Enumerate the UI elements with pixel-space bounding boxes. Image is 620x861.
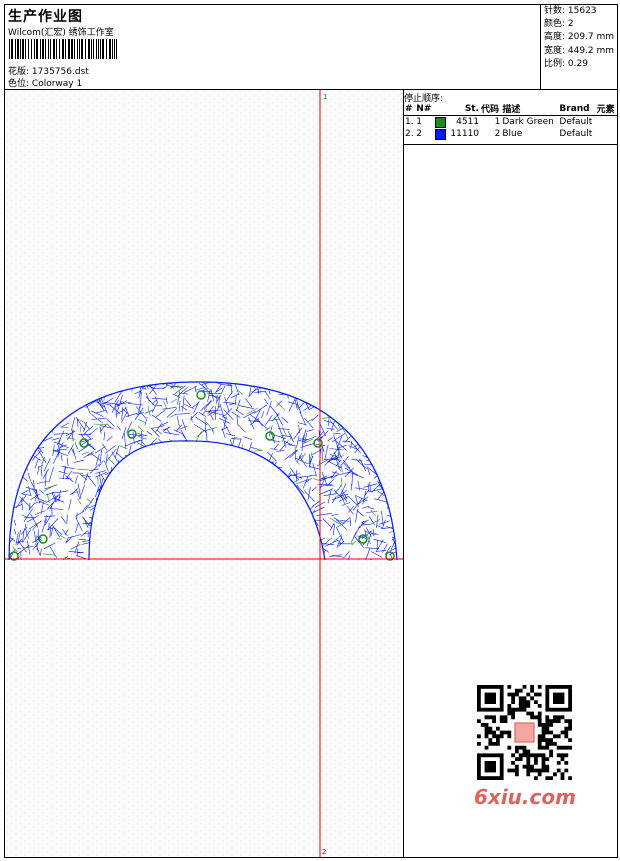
design-height: 高度: 209.7 mm [544,32,615,43]
row-brand: Default [559,117,593,127]
column-header [433,102,448,116]
barcode-bar [9,39,10,59]
barcode-bar [36,39,38,59]
barcode-bar [85,39,86,59]
barcode-bar [96,39,97,59]
color-swatch [434,128,446,140]
barcode-bar [28,39,29,59]
qr-finder-module [484,761,496,773]
barcode-bar [11,39,13,59]
design-width: 宽度: 449.2 mm [544,45,615,56]
barcode-bar [40,39,41,59]
barcode-bar [20,39,21,59]
color-swatch-cell [434,116,448,129]
row-description: Dark Green [502,117,554,127]
color-swatch-cell [434,128,448,140]
colorway-line: 色位: Colorway 1 [8,76,82,89]
barcode-bar [65,39,66,59]
barcode-bar [77,39,78,59]
watermark-text: 6xiu.com [474,785,576,809]
barcode-bar [91,39,92,59]
company-name: Wilcom(汇宏) 绣饰工作室 [8,28,114,38]
qr-finder-module [484,692,496,704]
barcode-bar [48,39,49,59]
colorway-label: 色位: [8,79,32,89]
barcode-bar [68,39,70,59]
color-stop-table: # N# St. 代码 描述 Brand 元素 1. 1 4511 1 Dark… [404,102,617,140]
column-header: # [404,102,416,116]
design-preview-svg: 1 2 [5,90,403,857]
barcode-bar [45,39,46,59]
barcode-bar [62,39,64,59]
table-divider [404,144,617,145]
row-description: Blue [502,129,523,139]
barcode-bar [114,39,115,59]
end-marker: 2 [322,848,326,856]
barcode-bar [22,39,24,59]
column-header: 代码 [480,102,502,116]
row-needle: 2 [416,129,423,139]
design-stats: 针数: 15623 颜色: 2 高度: 209.7 mm 宽度: 449.2 m… [540,5,618,89]
design-barcode [9,39,144,59]
row-code: 1 [494,117,501,127]
barcode-bar [71,39,73,59]
barcode-bar [53,39,55,59]
row-element [596,128,617,140]
barcode-bar [34,39,35,59]
barcode-bar [81,39,83,59]
design-scale: 比例: 0.29 [544,58,588,69]
row-brand: Default [559,129,593,139]
table-header-row: # N# St. 代码 描述 Brand 元素 [404,102,617,116]
barcode-bar [31,39,32,59]
row-stitches: 11110 [450,129,480,139]
row-code: 2 [494,129,501,139]
color-swatch [434,116,446,128]
barcode-bar [88,39,90,59]
qr-code-icon [477,685,572,780]
barcode-bar [59,39,60,59]
barcode-bar [98,39,99,59]
barcode-bar [93,39,94,59]
row-needle: 1 [416,117,423,127]
column-header: 元素 [595,102,617,116]
color-count: 颜色: 2 [544,19,574,30]
stitch-count: 针数: 15623 [544,6,597,16]
barcode-bar [116,39,117,59]
barcode-bar [50,39,51,59]
barcode-bar [17,39,19,59]
column-header: N# [415,102,434,116]
table-row: 2. 2 11110 2 Blue Default [404,128,617,140]
barcode-bar [109,39,111,59]
colorway-name: Colorway 1 [31,79,83,89]
barcode-bar [74,39,75,59]
barcode-bar [79,39,80,59]
barcode-bar [56,39,57,59]
barcode-bar [42,39,44,59]
table-row: 1. 1 4511 1 Dark Green Default [404,116,617,129]
barcode-bar [15,39,16,59]
barcode-bar [102,39,104,59]
column-header: Brand [558,102,596,116]
row-element [596,116,617,129]
worksheet-header: 生产作业图 Wilcom(汇宏) 绣饰工作室 花版: 1735756.dst 色… [5,5,617,90]
row-index: 2. [405,129,414,139]
barcode-bar [25,39,26,59]
barcode-bar [106,39,107,59]
design-preview: 1 2 [5,90,404,857]
row-stitches: 4511 [456,117,480,127]
qr-finder-module [553,692,565,704]
column-header: St. [447,102,481,116]
page-title: 生产作业图 [8,9,83,25]
row-index: 1. [405,117,414,127]
column-header: 描述 [501,102,559,116]
watermark-qr-block: 6xiu.com [467,681,583,811]
qr-seal-logo [514,722,535,743]
barcode-bar [100,39,101,59]
barcode-bar [112,39,113,59]
start-marker: 1 [323,93,327,101]
